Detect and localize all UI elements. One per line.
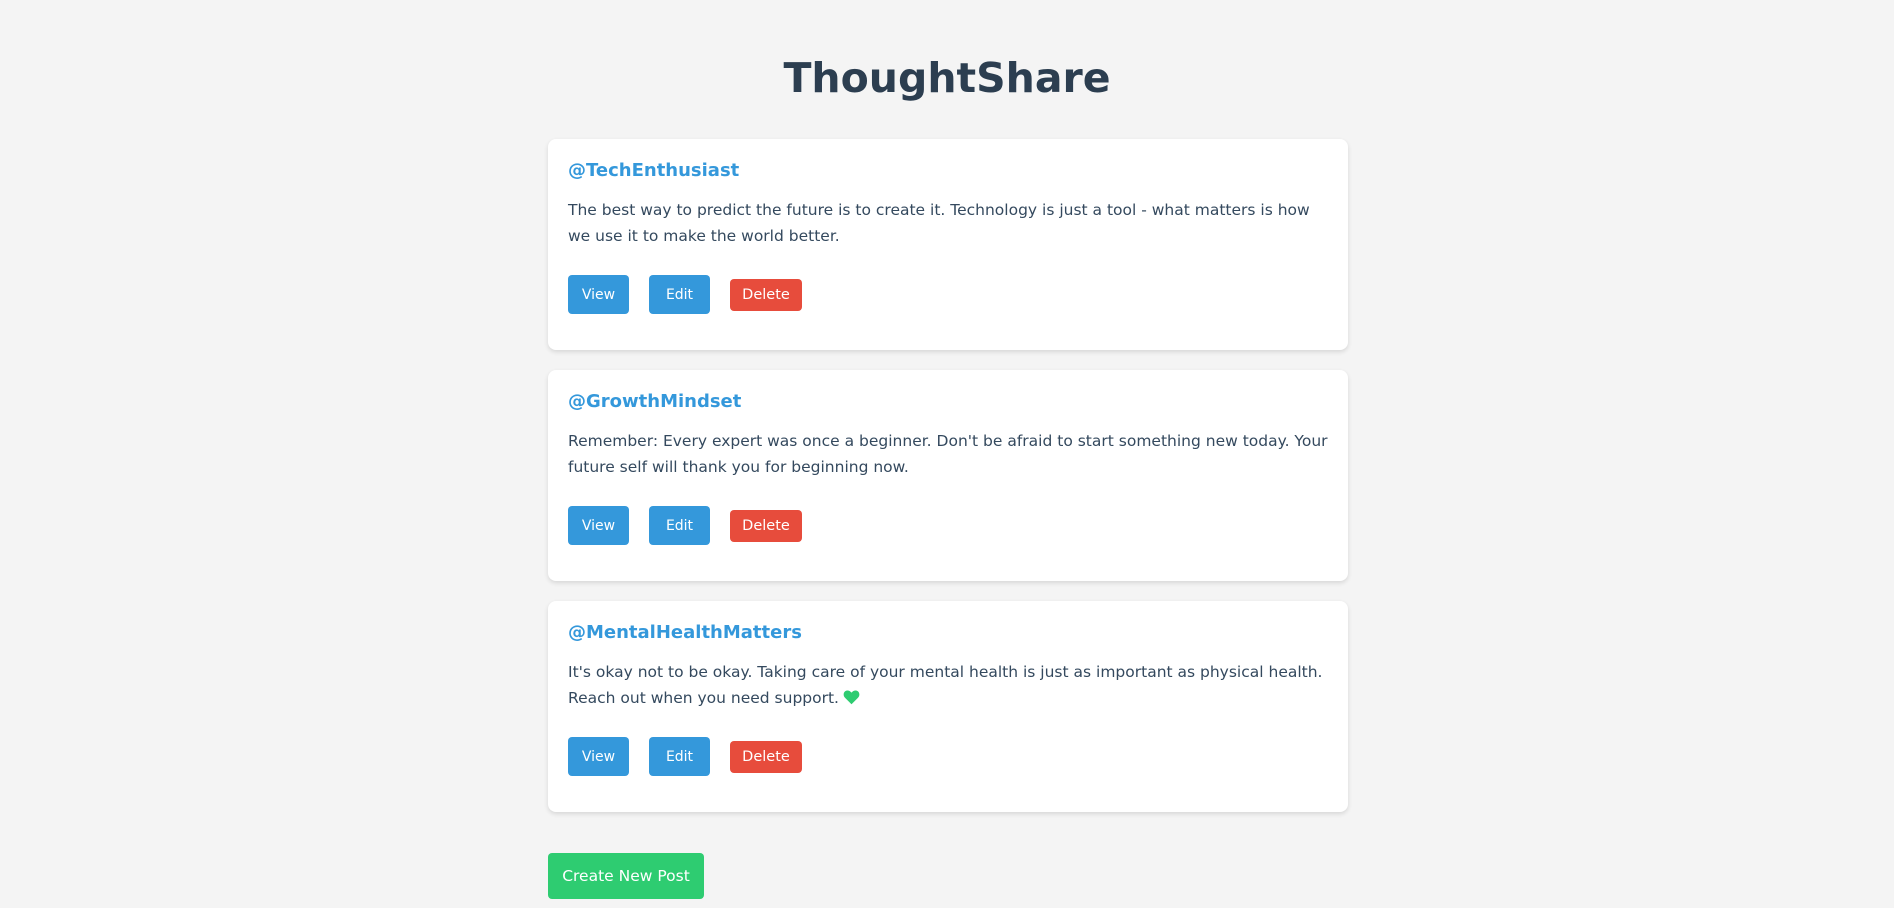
post-text-wrapper: It's okay not to be okay. Taking care of… <box>568 659 1328 713</box>
post-text: Remember: Every expert was once a beginn… <box>568 432 1328 476</box>
delete-button[interactable]: Delete <box>730 510 802 542</box>
page: ThoughtShare @TechEnthusiast The best wa… <box>0 0 1894 908</box>
post-card: @TechEnthusiast The best way to predict … <box>548 139 1348 350</box>
post-author: @MentalHealthMatters <box>568 622 802 643</box>
post-card: @MentalHealthMatters It's okay not to be… <box>548 601 1348 812</box>
delete-button[interactable]: Delete <box>730 279 802 311</box>
view-button[interactable]: View <box>568 506 629 545</box>
edit-button[interactable]: Edit <box>649 506 710 545</box>
post-author: @GrowthMindset <box>568 391 742 412</box>
create-new-post-button[interactable]: Create New Post <box>548 853 704 899</box>
view-button[interactable]: View <box>568 737 629 776</box>
post-list: @TechEnthusiast The best way to predict … <box>548 139 1348 832</box>
delete-button[interactable]: Delete <box>730 741 802 773</box>
green-heart-icon <box>843 687 860 713</box>
view-button[interactable]: View <box>568 275 629 314</box>
edit-button[interactable]: Edit <box>649 737 710 776</box>
post-actions: View Edit Delete <box>568 275 802 314</box>
post-actions: View Edit Delete <box>568 737 802 776</box>
post-text: The best way to predict the future is to… <box>568 201 1310 245</box>
post-actions: View Edit Delete <box>568 506 802 545</box>
app-title: ThoughtShare <box>783 54 1111 102</box>
post-author: @TechEnthusiast <box>568 160 740 181</box>
post-text: It's okay not to be okay. Taking care of… <box>568 663 1323 707</box>
edit-button[interactable]: Edit <box>649 275 710 314</box>
post-card: @GrowthMindset Remember: Every expert wa… <box>548 370 1348 581</box>
